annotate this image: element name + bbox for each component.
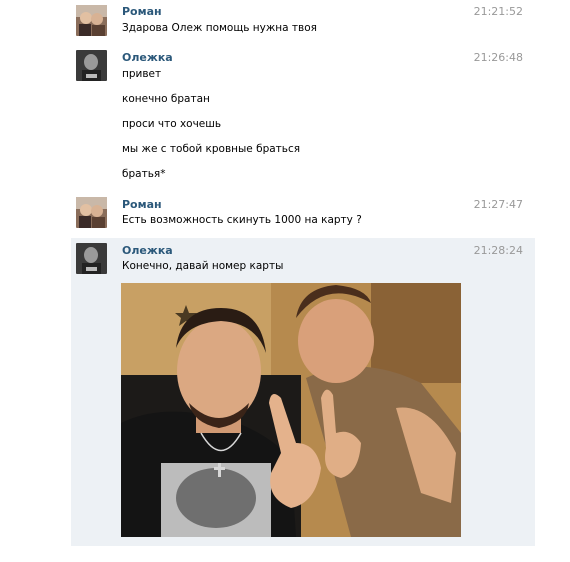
- message-text: Конечно, давай номер карты: [122, 260, 284, 272]
- message-text: Есть возможность скинуть 1000 на карту ?: [122, 214, 362, 226]
- message-author[interactable]: Олежка: [122, 51, 173, 64]
- message-item: Олежка 21:28:24 Конечно, давай номер кар…: [71, 238, 535, 546]
- message-item: Олежка 21:26:48 привет конечно братан пр…: [71, 44, 535, 192]
- message-text: братья*: [122, 168, 166, 180]
- message-text: мы же с тобой кровные браться: [122, 143, 301, 155]
- message-text: конечно братан: [122, 93, 210, 105]
- roman-avatar[interactable]: [76, 197, 107, 228]
- message-time[interactable]: 21:21:52: [474, 5, 523, 18]
- message-time[interactable]: 21:26:48: [474, 51, 523, 64]
- message-item: Роман 21:21:52 Здарова Олеж помощь нужна…: [71, 0, 535, 44]
- message-author[interactable]: Роман: [122, 5, 162, 18]
- olezhka-avatar[interactable]: [76, 50, 107, 81]
- message-text: привет: [122, 68, 162, 80]
- message-author[interactable]: Роман: [122, 198, 162, 211]
- message-item: Роман 21:27:47 Есть возможность скинуть …: [71, 192, 535, 238]
- message-time[interactable]: 21:27:47: [474, 198, 523, 211]
- photo-attachment[interactable]: [121, 283, 461, 537]
- olezhka-avatar[interactable]: [76, 243, 107, 274]
- message-time[interactable]: 21:28:24: [474, 244, 523, 257]
- message-text: проси что хочешь: [122, 118, 222, 130]
- message-author[interactable]: Олежка: [122, 244, 173, 257]
- roman-avatar[interactable]: [76, 5, 107, 36]
- message-text: Здарова Олеж помощь нужна твоя: [122, 22, 317, 34]
